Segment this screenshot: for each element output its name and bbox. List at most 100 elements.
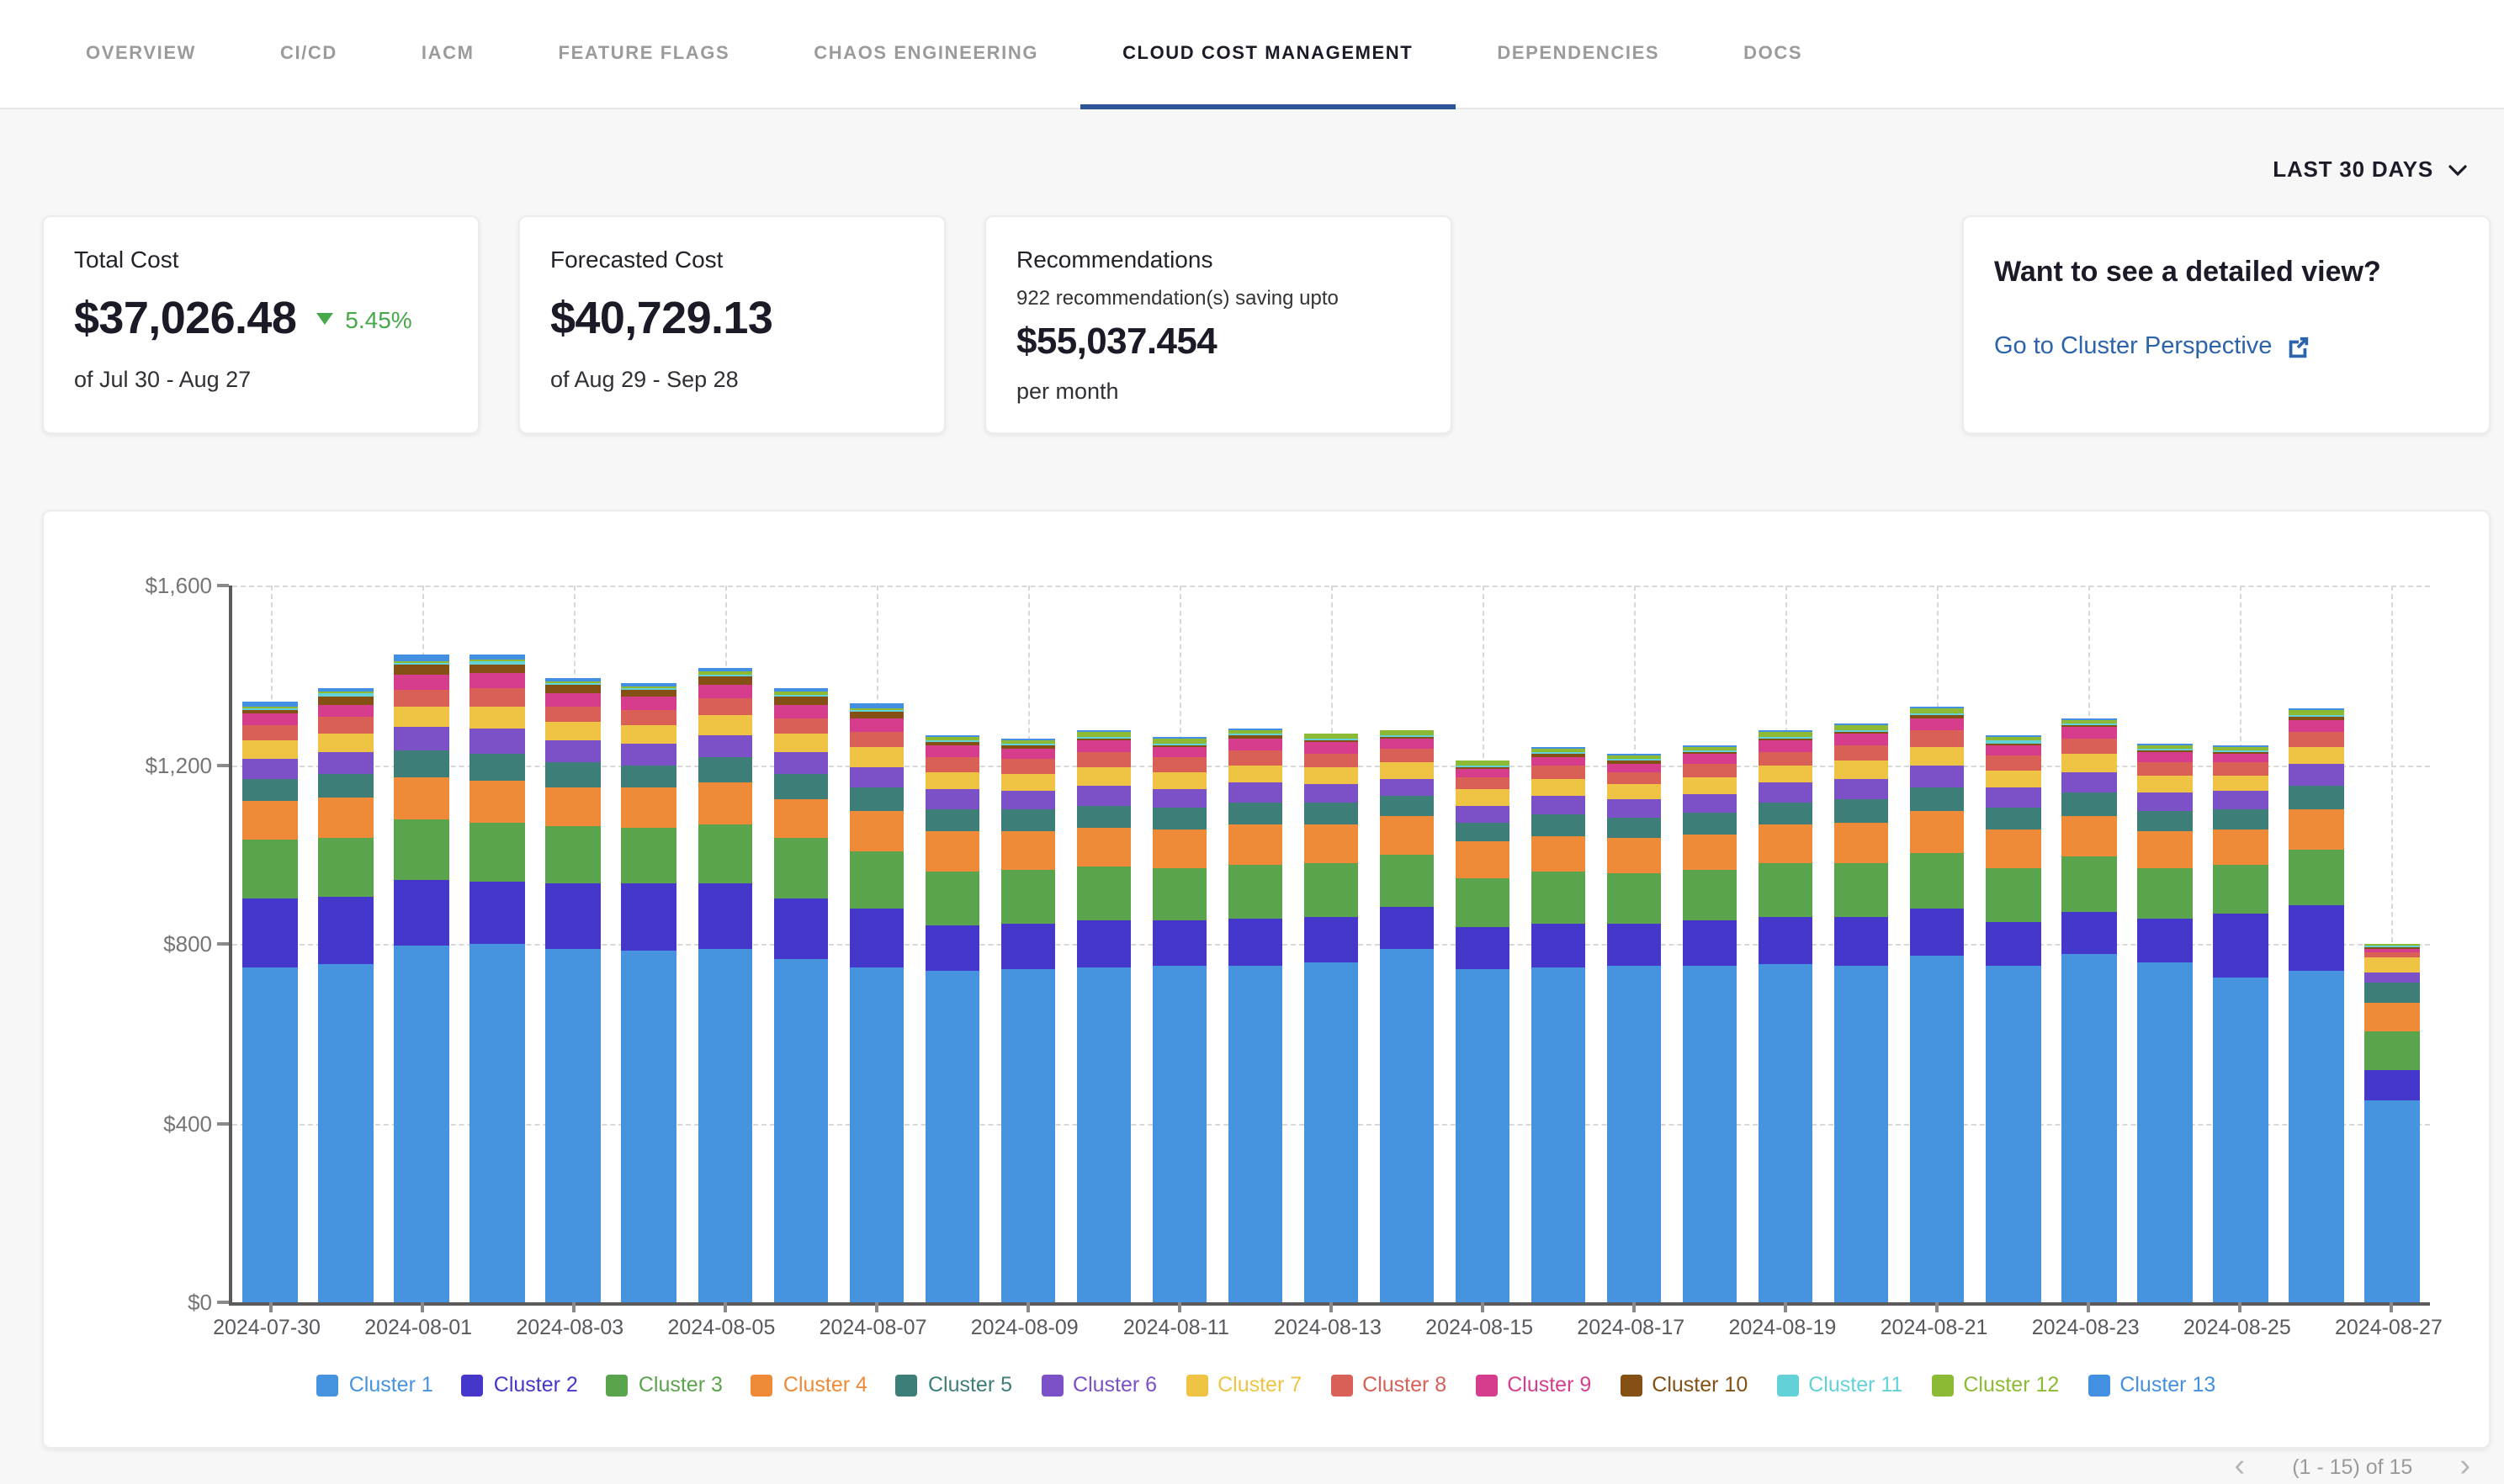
bar-segment-cluster-5[interactable] (773, 774, 828, 798)
bar-segment-cluster-7[interactable] (1000, 773, 1055, 790)
bar-segment-cluster-8[interactable] (1834, 745, 1889, 761)
bar-segment-cluster-8[interactable] (1304, 753, 1359, 767)
stacked-bar-2024-08-17[interactable] (1607, 586, 1662, 1302)
time-range-dropdown[interactable]: LAST 30 DAYS (2273, 156, 2467, 182)
bar-segment-cluster-7[interactable] (1228, 765, 1283, 782)
bar-segment-cluster-2[interactable] (1152, 920, 1207, 965)
bar-segment-cluster-6[interactable] (2365, 973, 2420, 983)
bar-segment-cluster-9[interactable] (1152, 747, 1207, 758)
legend-item-cluster-2[interactable]: Cluster 2 (462, 1373, 578, 1397)
bar-segment-cluster-6[interactable] (1380, 778, 1435, 796)
bar-segment-cluster-3[interactable] (849, 851, 904, 909)
legend-item-cluster-10[interactable]: Cluster 10 (1620, 1373, 1748, 1397)
bar-segment-cluster-10[interactable] (773, 697, 828, 706)
bar-segment-cluster-8[interactable] (622, 709, 676, 725)
bar-segment-cluster-8[interactable] (1683, 765, 1737, 778)
legend-item-cluster-8[interactable]: Cluster 8 (1330, 1373, 1446, 1397)
bar-segment-cluster-9[interactable] (395, 675, 449, 689)
bar-segment-cluster-7[interactable] (1304, 767, 1359, 784)
bar-segment-cluster-3[interactable] (1759, 863, 1813, 917)
bar-segment-cluster-2[interactable] (2061, 912, 2116, 955)
bar-segment-cluster-8[interactable] (1986, 755, 2040, 770)
bar-segment-cluster-9[interactable] (1456, 768, 1510, 777)
bar-segment-cluster-1[interactable] (1683, 966, 1737, 1302)
bar-segment-cluster-5[interactable] (2137, 810, 2192, 832)
bar-segment-cluster-6[interactable] (1076, 786, 1131, 805)
stacked-bar-2024-08-16[interactable] (1531, 586, 1586, 1302)
bar-segment-cluster-1[interactable] (622, 951, 676, 1302)
bar-segment-cluster-2[interactable] (925, 925, 979, 971)
bar-segment-cluster-7[interactable] (1380, 762, 1435, 778)
bar-segment-cluster-1[interactable] (773, 960, 828, 1302)
bar-segment-cluster-5[interactable] (1228, 803, 1283, 825)
stacked-bar-2024-08-22[interactable] (1986, 586, 2040, 1302)
bar-segment-cluster-10[interactable] (546, 686, 601, 694)
bar-segment-cluster-9[interactable] (1910, 718, 1965, 730)
bar-segment-cluster-5[interactable] (698, 757, 752, 783)
bar-segment-cluster-8[interactable] (1456, 777, 1510, 790)
bar-segment-cluster-8[interactable] (319, 718, 374, 734)
bar-segment-cluster-1[interactable] (2213, 977, 2268, 1302)
bar-segment-cluster-1[interactable] (319, 964, 374, 1302)
bar-segment-cluster-2[interactable] (546, 883, 601, 949)
bar-segment-cluster-4[interactable] (849, 810, 904, 851)
bar-segment-cluster-1[interactable] (2137, 962, 2192, 1302)
stacked-bar-2024-08-24[interactable] (2137, 586, 2192, 1302)
bar-segment-cluster-8[interactable] (546, 706, 601, 722)
bar-segment-cluster-3[interactable] (925, 872, 979, 925)
bar-segment-cluster-5[interactable] (1607, 818, 1662, 838)
legend-item-cluster-13[interactable]: Cluster 13 (2088, 1373, 2215, 1397)
bar-segment-cluster-2[interactable] (1380, 906, 1435, 949)
bar-segment-cluster-3[interactable] (1531, 872, 1586, 924)
bar-segment-cluster-4[interactable] (1986, 829, 2040, 868)
bar-segment-cluster-2[interactable] (1456, 927, 1510, 970)
bar-segment-cluster-5[interactable] (849, 787, 904, 811)
bar-segment-cluster-3[interactable] (1607, 874, 1662, 924)
bar-segment-cluster-8[interactable] (1759, 751, 1813, 766)
bar-segment-cluster-4[interactable] (2289, 808, 2343, 850)
bar-segment-cluster-6[interactable] (470, 729, 525, 753)
legend-item-cluster-7[interactable]: Cluster 7 (1186, 1373, 1302, 1397)
bar-segment-cluster-9[interactable] (2061, 728, 2116, 739)
bar-segment-cluster-1[interactable] (243, 967, 298, 1302)
bar-segment-cluster-7[interactable] (1759, 766, 1813, 782)
bar-segment-cluster-3[interactable] (1304, 863, 1359, 916)
bar-segment-cluster-5[interactable] (1152, 808, 1207, 829)
bar-segment-cluster-8[interactable] (1531, 766, 1586, 780)
cluster-perspective-link[interactable]: Go to Cluster Perspective (1994, 333, 2459, 360)
bar-segment-cluster-7[interactable] (849, 748, 904, 766)
bar-segment-cluster-3[interactable] (470, 823, 525, 881)
bar-segment-cluster-4[interactable] (243, 801, 298, 840)
bar-segment-cluster-6[interactable] (698, 734, 752, 757)
stacked-bar-2024-08-27[interactable] (2365, 586, 2420, 1302)
bar-segment-cluster-1[interactable] (925, 971, 979, 1302)
tab-chaos-engineering[interactable]: CHAOS ENGINEERING (772, 0, 1080, 108)
bar-segment-cluster-8[interactable] (2137, 762, 2192, 776)
bar-segment-cluster-8[interactable] (470, 688, 525, 707)
bar-segment-cluster-4[interactable] (1456, 842, 1510, 878)
legend-item-cluster-11[interactable]: Cluster 11 (1776, 1373, 1902, 1397)
bar-segment-cluster-6[interactable] (1986, 787, 2040, 807)
legend-item-cluster-3[interactable]: Cluster 3 (607, 1373, 723, 1397)
bar-segment-cluster-7[interactable] (1152, 772, 1207, 789)
bar-segment-cluster-6[interactable] (1304, 785, 1359, 803)
bar-segment-cluster-7[interactable] (698, 715, 752, 734)
bar-segment-cluster-2[interactable] (1000, 924, 1055, 968)
legend-item-cluster-12[interactable]: Cluster 12 (1931, 1373, 2059, 1397)
bar-segment-cluster-1[interactable] (1834, 966, 1889, 1302)
bar-segment-cluster-1[interactable] (1380, 949, 1435, 1302)
bar-segment-cluster-5[interactable] (1531, 814, 1586, 836)
bar-segment-cluster-5[interactable] (622, 765, 676, 788)
bar-segment-cluster-8[interactable] (243, 725, 298, 740)
bar-segment-cluster-1[interactable] (1304, 962, 1359, 1302)
bar-segment-cluster-5[interactable] (2365, 983, 2420, 1002)
bar-segment-cluster-1[interactable] (849, 967, 904, 1302)
bar-segment-cluster-6[interactable] (2289, 765, 2343, 785)
bar-segment-cluster-5[interactable] (319, 774, 374, 798)
bar-segment-cluster-2[interactable] (1531, 924, 1586, 968)
bar-segment-cluster-5[interactable] (546, 762, 601, 787)
bar-segment-cluster-3[interactable] (546, 827, 601, 883)
bar-segment-cluster-3[interactable] (1910, 852, 1965, 909)
bar-segment-cluster-7[interactable] (622, 725, 676, 744)
bar-segment-cluster-5[interactable] (1986, 807, 2040, 829)
